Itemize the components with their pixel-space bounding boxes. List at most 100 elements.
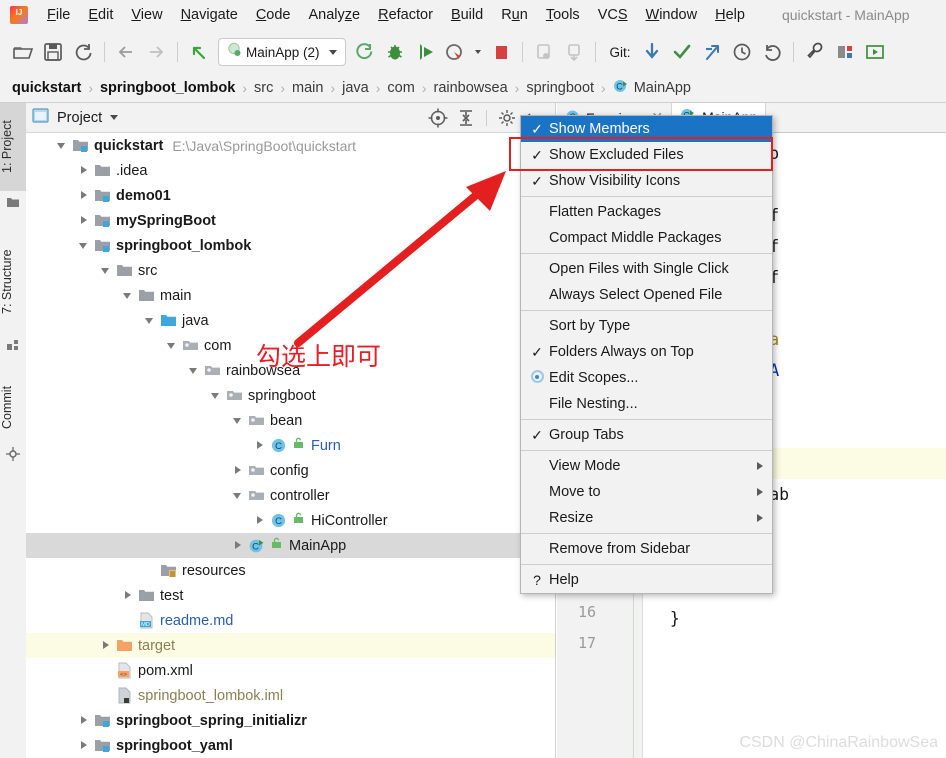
chevron-right-icon[interactable]	[232, 464, 245, 477]
menu-item-help[interactable]: ?Help	[521, 567, 772, 593]
tree-node-java[interactable]: java	[26, 308, 555, 333]
structure-icon[interactable]	[832, 39, 858, 65]
menu-help[interactable]: Help	[706, 5, 754, 25]
chevron-down-icon[interactable]	[232, 489, 245, 502]
breadcrumb-item-main[interactable]: main	[292, 80, 323, 96]
tree-node-resources[interactable]: resources	[26, 558, 555, 583]
git-history-clock-icon[interactable]	[729, 39, 755, 65]
chevron-right-icon[interactable]	[78, 164, 91, 177]
tree-node--idea[interactable]: .idea	[26, 158, 555, 183]
tree-node-springboot-spring-initializr[interactable]: springboot_spring_initializr	[26, 708, 555, 733]
menu-item-show-excluded-files[interactable]: ✓Show Excluded Files	[521, 142, 772, 168]
tree-node-main[interactable]: main	[26, 283, 555, 308]
chevron-down-icon[interactable]	[56, 139, 69, 152]
menu-file[interactable]: File	[38, 5, 79, 25]
git-push-icon[interactable]	[699, 39, 725, 65]
menu-item-resize[interactable]: Resize	[521, 505, 772, 531]
menu-item-show-members[interactable]: ✓Show Members	[521, 116, 772, 142]
git-update-icon[interactable]	[639, 39, 665, 65]
menu-item-sort-by-type[interactable]: Sort by Type	[521, 313, 772, 339]
chevron-down-icon[interactable]	[166, 339, 179, 352]
project-tree[interactable]: quickstartE:\Java\SpringBoot\quickstart.…	[26, 133, 555, 758]
menu-item-remove-from-sidebar[interactable]: Remove from Sidebar	[521, 536, 772, 562]
tree-node-furn[interactable]: CFurn	[26, 433, 555, 458]
menu-item-move-to[interactable]: Move to	[521, 479, 772, 505]
collapse-all-icon[interactable]	[455, 107, 477, 129]
sidebar-item-project[interactable]: 1: Project	[0, 103, 26, 191]
menu-item-compact-middle-packages[interactable]: Compact Middle Packages	[521, 225, 772, 251]
breadcrumb-item-src[interactable]: src	[254, 80, 273, 96]
chevron-down-icon[interactable]	[78, 239, 91, 252]
tree-node-readme-md[interactable]: MDreadme.md	[26, 608, 555, 633]
tree-node-src[interactable]: src	[26, 258, 555, 283]
breadcrumb-item-springboot-lombok[interactable]: springboot_lombok	[100, 80, 235, 96]
menu-build[interactable]: Build	[442, 5, 492, 25]
refresh-icon[interactable]	[70, 39, 96, 65]
git-commit-check-icon[interactable]	[669, 39, 695, 65]
chevron-down-icon[interactable]	[100, 264, 113, 277]
chevron-down-icon[interactable]	[122, 289, 135, 302]
sidebar-item-structure[interactable]: 7: Structure	[0, 231, 26, 333]
menu-item-always-select-opened-file[interactable]: Always Select Opened File	[521, 282, 772, 308]
stop-red-square-icon[interactable]	[488, 39, 514, 65]
undo-arrow-icon[interactable]	[186, 39, 212, 65]
chevron-down-icon[interactable]	[110, 115, 118, 120]
tree-node-myspringboot[interactable]: mySpringBoot	[26, 208, 555, 233]
menu-item-group-tabs[interactable]: ✓Group Tabs	[521, 422, 772, 448]
tree-node-config[interactable]: config	[26, 458, 555, 483]
menu-item-show-visibility-icons[interactable]: ✓Show Visibility Icons	[521, 168, 772, 194]
run-configuration-selector[interactable]: MainApp (2)	[218, 38, 346, 66]
tree-node-springboot-lombok[interactable]: springboot_lombok	[26, 233, 555, 258]
tree-node-bean[interactable]: bean	[26, 408, 555, 433]
chevron-right-icon[interactable]	[122, 589, 135, 602]
menu-window[interactable]: Window	[637, 5, 707, 25]
tree-node-target[interactable]: target	[26, 633, 555, 658]
settings-gear-icon[interactable]	[561, 39, 587, 65]
tree-node-mainapp[interactable]: CMainApp	[26, 533, 555, 558]
chevron-right-icon[interactable]	[254, 514, 267, 527]
menu-navigate[interactable]: Navigate	[172, 5, 247, 25]
breadcrumb-item-rainbowsea[interactable]: rainbowsea	[433, 80, 507, 96]
menu-item-file-nesting[interactable]: File Nesting...	[521, 391, 772, 417]
menu-item-edit-scopes[interactable]: Edit Scopes...	[521, 365, 772, 391]
breadcrumb-item-springboot[interactable]: springboot	[526, 80, 594, 96]
debug-bug-icon[interactable]	[382, 39, 408, 65]
chevron-right-icon[interactable]	[78, 714, 91, 727]
menu-item-flatten-packages[interactable]: Flatten Packages	[521, 199, 772, 225]
chevron-down-icon[interactable]	[232, 414, 245, 427]
tree-node-springboot-yaml[interactable]: springboot_yaml	[26, 733, 555, 758]
tree-node-hicontroller[interactable]: CHiController	[26, 508, 555, 533]
build-hammer-icon[interactable]	[352, 39, 378, 65]
arrow-right-icon[interactable]	[143, 39, 169, 65]
chevron-down-icon[interactable]	[144, 314, 157, 327]
sidebar-item-commit[interactable]: Commit	[0, 371, 26, 443]
menu-item-open-files-with-single-click[interactable]: Open Files with Single Click	[521, 256, 772, 282]
arrow-left-icon[interactable]	[113, 39, 139, 65]
chevron-right-icon[interactable]	[78, 214, 91, 227]
menu-item-view-mode[interactable]: View Mode	[521, 453, 772, 479]
wrench-icon[interactable]	[802, 39, 828, 65]
menu-item-folders-always-on-top[interactable]: ✓Folders Always on Top	[521, 339, 772, 365]
run-coverage-icon[interactable]	[442, 39, 468, 65]
breadcrumb-item-java[interactable]: java	[342, 80, 369, 96]
git-rollback-icon[interactable]	[759, 39, 785, 65]
scroll-from-source-icon[interactable]	[427, 107, 449, 129]
chevron-down-icon[interactable]	[210, 389, 223, 402]
breadcrumb-item-quickstart[interactable]: quickstart	[12, 80, 81, 96]
chevron-down-icon[interactable]	[188, 364, 201, 377]
menu-analyze[interactable]: Analyze	[300, 5, 370, 25]
tree-node-springboot[interactable]: springboot	[26, 383, 555, 408]
search-everywhere-icon[interactable]	[531, 39, 557, 65]
tree-node-pom-xml[interactable]: <>pom.xml	[26, 658, 555, 683]
tree-node-quickstart[interactable]: quickstartE:\Java\SpringBoot\quickstart	[26, 133, 555, 158]
tree-node-controller[interactable]: controller	[26, 483, 555, 508]
menu-edit[interactable]: Edit	[79, 5, 122, 25]
breadcrumb-item-com[interactable]: com	[387, 80, 414, 96]
tree-node-demo01[interactable]: demo01	[26, 183, 555, 208]
menu-refactor[interactable]: Refactor	[369, 5, 442, 25]
menu-code[interactable]: Code	[247, 5, 300, 25]
chevron-right-icon[interactable]	[78, 739, 91, 752]
menu-view[interactable]: View	[122, 5, 171, 25]
preview-icon[interactable]	[862, 39, 888, 65]
menu-run[interactable]: Run	[492, 5, 537, 25]
